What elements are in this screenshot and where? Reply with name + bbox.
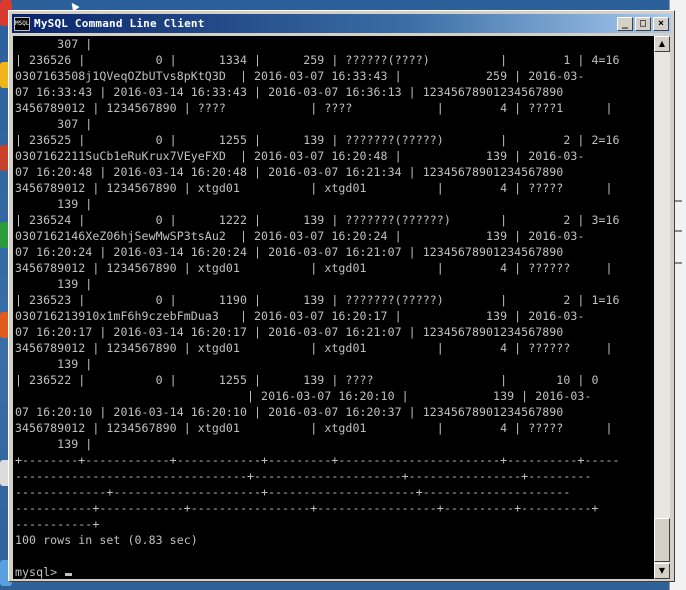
scroll-thumb[interactable] [654, 518, 670, 562]
console-line: | 236523 | 0 | 1190 | 139 | ???????(????… [15, 293, 620, 307]
console-line: 07 16:20:24 | 2016-03-14 16:20:24 | 2016… [15, 245, 564, 259]
console-line: mysql> [15, 565, 65, 579]
console-line: | 236522 | 0 | 1255 | 139 | ???? | 10 | … [15, 373, 599, 387]
console-line: 030716213910x1mF6h9czebFmDua3 | 2016-03-… [15, 309, 585, 323]
console-line: 3456789012 | 1234567890 | xtgd01 | xtgd0… [15, 421, 613, 435]
console-line: 07 16:20:48 | 2016-03-14 16:20:48 | 2016… [15, 165, 564, 179]
console-text: 307 | | 236526 | 0 | 1334 | 259 | ??????… [13, 36, 654, 579]
console-line: 307 | [15, 37, 93, 51]
window-controls: _ □ × [615, 16, 669, 31]
vertical-scrollbar[interactable]: ▲ ▼ [654, 36, 670, 579]
console-line: 3456789012 | 1234567890 | xtgd01 | xtgd0… [15, 261, 613, 275]
text-cursor [65, 573, 73, 576]
console-line: 307 | [15, 117, 93, 131]
console-line: 139 | [15, 277, 93, 291]
console-line: 3456789012 | 1234567890 | xtgd01 | xtgd0… [15, 341, 613, 355]
console-line: 0307162146XeZ06hjSewMwSP3tsAu2 | 2016-03… [15, 229, 585, 243]
console-line: -----------+------------+---------------… [15, 501, 599, 515]
console-line: ---------------------------------+------… [15, 469, 592, 483]
console-line: 3456789012 | 1234567890 | ???? | ???? | … [15, 101, 613, 115]
console-line: 0307162211SuCb1eRuKrux7VEyeFXD | 2016-03… [15, 149, 585, 163]
console-output[interactable]: 307 | | 236526 | 0 | 1334 | 259 | ??????… [13, 36, 654, 579]
arrow-up-icon: ▲ [658, 39, 666, 48]
console-line: 139 | [15, 197, 93, 211]
console-icon[interactable]: MSQL [14, 16, 30, 31]
console-line: | 2016-03-07 16:20:10 | 139 | 2016-03- [15, 389, 592, 403]
console-line: -------------+---------------------+----… [15, 485, 571, 499]
console-line: 07 16:20:17 | 2016-03-14 16:20:17 | 2016… [15, 325, 564, 339]
console-line: | 236525 | 0 | 1255 | 139 | ???????(????… [15, 133, 620, 147]
console-line: 100 rows in set (0.83 sec) [15, 533, 198, 547]
console-line: 0307163508j1QVeqOZbUTvs8pKtQ3D | 2016-03… [15, 69, 585, 83]
console-line: 07 16:33:43 | 2016-03-14 16:33:43 | 2016… [15, 85, 564, 99]
maximize-button[interactable]: □ [635, 16, 651, 31]
console-line: | 236526 | 0 | 1334 | 259 | ??????(????)… [15, 53, 620, 67]
minimize-button[interactable]: _ [617, 16, 633, 31]
title-bar[interactable]: MSQL MySQL Command Line Client _ □ × [12, 14, 671, 33]
console-line: -----------+ [15, 517, 100, 531]
console-line: 3456789012 | 1234567890 | xtgd01 | xtgd0… [15, 181, 613, 195]
scroll-up-button[interactable]: ▲ [654, 36, 670, 52]
console-window: MSQL MySQL Command Line Client _ □ × 307… [8, 10, 675, 582]
console-line: 07 16:20:10 | 2016-03-14 16:20:10 | 2016… [15, 405, 564, 419]
scroll-down-button[interactable]: ▼ [654, 563, 670, 579]
console-line: 139 | [15, 357, 93, 371]
console-line: +--------+------------+------------+----… [15, 453, 620, 467]
console-line: 139 | [15, 437, 93, 451]
arrow-down-icon: ▼ [658, 566, 666, 575]
console-line: | 236524 | 0 | 1222 | 139 | ???????(????… [15, 213, 620, 227]
window-title: MySQL Command Line Client [34, 17, 205, 30]
close-button[interactable]: × [653, 16, 669, 31]
